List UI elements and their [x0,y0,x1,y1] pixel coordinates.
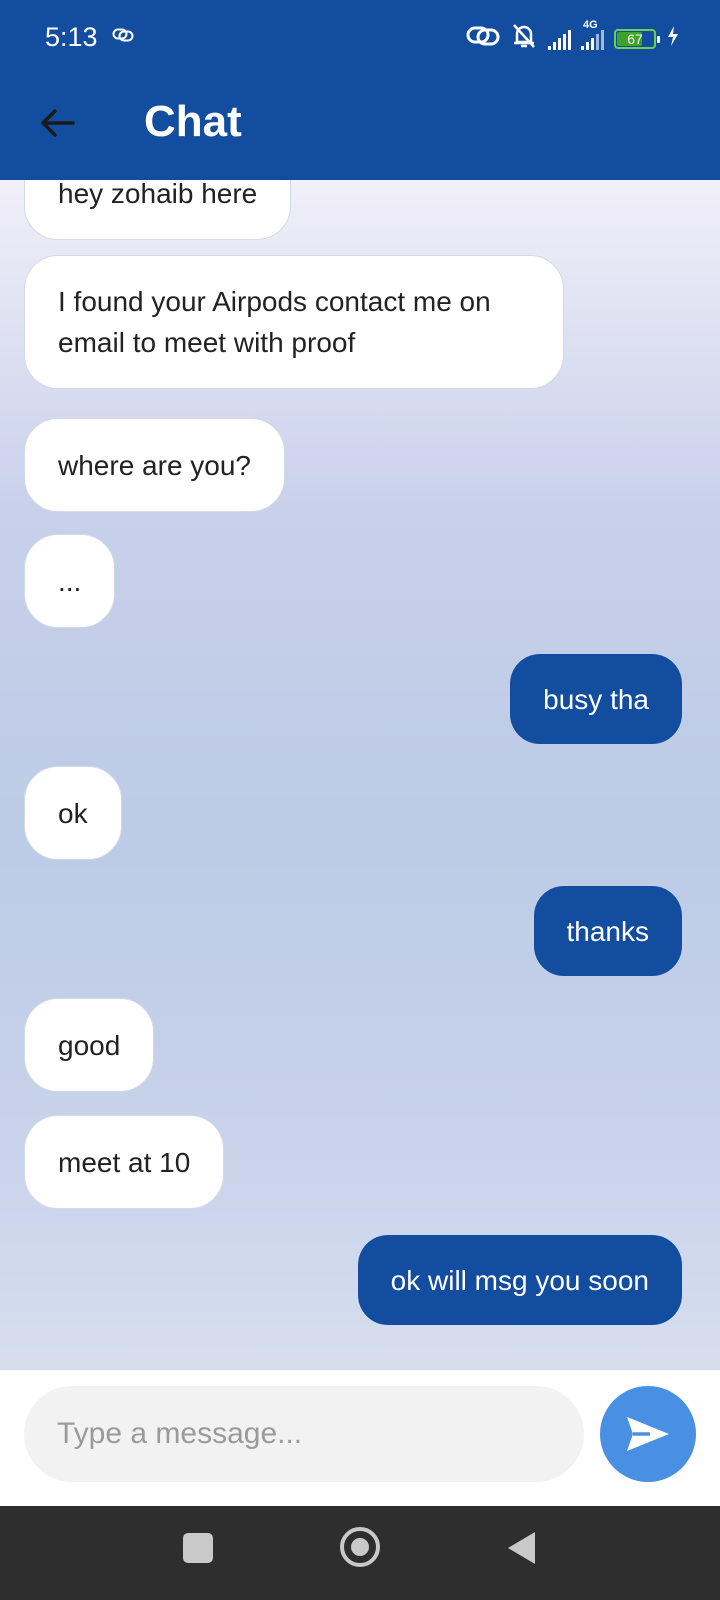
page-title: Chat [144,97,242,146]
send-button[interactable] [600,1386,696,1482]
message-text: I found your Airpods contact me on email… [58,286,491,358]
message-bubble-incoming: meet at 10 [24,1115,225,1209]
message-list[interactable]: hey zohaib here I found your Airpods con… [0,180,720,1370]
triangle-back-icon[interactable] [508,1532,535,1564]
message-bubble-outgoing: thanks [533,886,682,976]
battery-icon: 67 [614,28,660,49]
message-bubble-incoming: hey zohaib here [24,180,292,240]
back-button[interactable] [32,98,82,148]
signal-icon [548,28,571,50]
message-text: where are you? [58,449,252,481]
message-text: ok will msg you soon [390,1264,649,1296]
message-text: hey zohaib here [58,180,258,209]
message-text: ok [58,797,88,829]
message-text: meet at 10 [58,1146,191,1178]
battery-level: 67 [627,30,643,47]
signal-4g-icon: 4G [581,19,604,50]
link-icon [112,28,134,47]
link-icon [466,25,500,52]
message-bubble-outgoing: busy tha [510,654,682,744]
message-bubble-incoming: I found your Airpods contact me on email… [24,255,564,389]
square-icon[interactable] [183,1533,213,1563]
system-nav-bar [0,1506,720,1600]
message-text: thanks [566,915,650,947]
message-text: ... [58,565,82,597]
message-bubble-outgoing: ok will msg you soon [357,1235,682,1325]
app-bar: 5:13 4G 67 Chat [0,0,720,180]
message-bubble-incoming: where are you? [24,418,286,512]
status-time: 5:13 [45,22,98,52]
status-icons: 4G 67 [466,19,680,55]
send-icon [627,1417,669,1451]
message-bubble-incoming: ... [24,534,116,628]
message-text: busy tha [543,683,649,715]
message-text: good [58,1029,121,1061]
circle-icon[interactable] [340,1527,380,1567]
message-bubble-incoming: good [24,998,155,1092]
bell-off-icon [510,22,538,55]
message-composer [0,1370,720,1506]
message-input[interactable] [24,1386,584,1482]
message-bubble-incoming: ok [24,766,122,860]
charging-icon [666,25,680,52]
arrow-left-icon [41,109,75,137]
